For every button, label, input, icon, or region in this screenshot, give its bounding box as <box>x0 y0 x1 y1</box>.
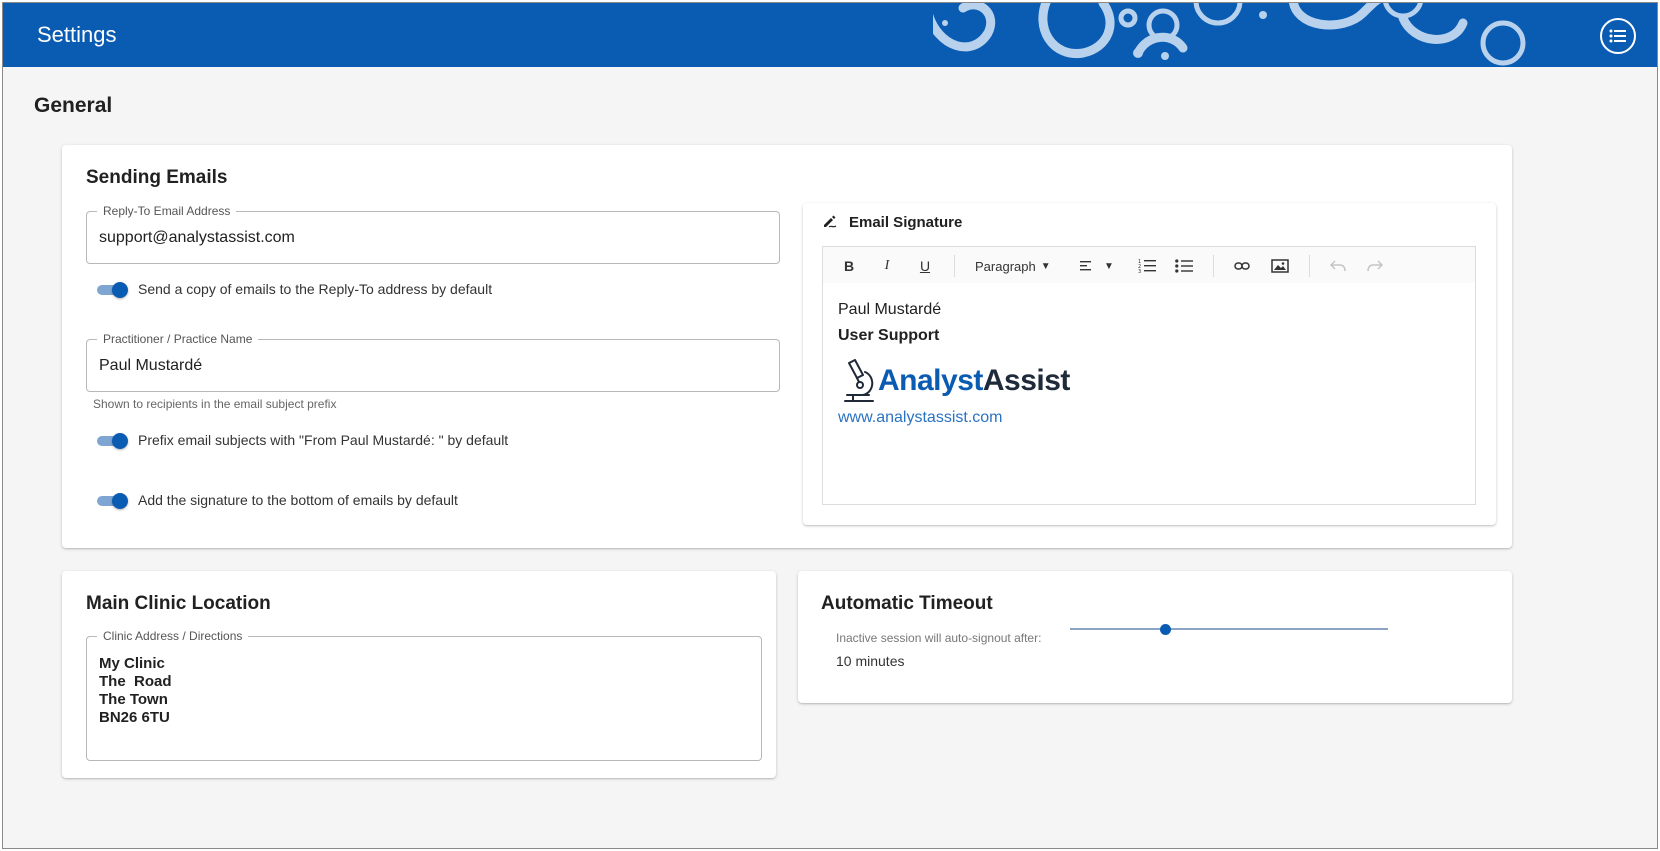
undo-icon <box>1330 260 1346 272</box>
align-left-icon <box>1080 261 1092 271</box>
list-menu-icon <box>1609 29 1626 43</box>
italic-button[interactable]: I <box>878 256 896 276</box>
email-signature-card: Email Signature B I U Paragraph ▼ ▼ 123 <box>803 203 1496 525</box>
company-logo: Analyst Assist <box>843 357 1070 405</box>
logo-text-secondary: Assist <box>982 364 1071 397</box>
redo-button[interactable] <box>1363 256 1387 276</box>
app-window: Settings General Sending Emails Reply-To… <box>2 2 1658 849</box>
signature-role: User Support <box>838 327 940 344</box>
bullet-list-icon <box>1175 259 1193 273</box>
numbered-list-button[interactable]: 123 <box>1136 256 1158 276</box>
field-label: Practitioner / Practice Name <box>97 332 259 346</box>
signature-title: Email Signature <box>849 214 963 231</box>
timeout-slider-thumb[interactable] <box>1159 624 1171 635</box>
field-label: Clinic Address / Directions <box>97 629 249 643</box>
bold-button[interactable]: B <box>840 256 858 276</box>
timeout-label: Inactive session will auto-signout after… <box>836 631 1042 645</box>
undo-button[interactable] <box>1326 256 1350 276</box>
timeout-slider-track[interactable] <box>1070 628 1388 630</box>
editor-toolbar: B I U Paragraph ▼ ▼ 123 <box>822 246 1476 284</box>
numbered-list-icon: 123 <box>1138 259 1156 274</box>
app-title: Settings <box>37 22 117 47</box>
align-dropdown[interactable]: ▼ <box>1076 256 1118 276</box>
toggle-label: Add the signature to the bottom of email… <box>138 492 458 508</box>
logo-text-primary: Analyst <box>878 364 983 397</box>
bullet-list-button[interactable] <box>1173 256 1195 276</box>
address-line: The Town <box>99 691 168 708</box>
clinic-location-card: Main Clinic Location Clinic Address / Di… <box>62 571 776 778</box>
clinic-address-field[interactable]: Clinic Address / Directions My Clinic Th… <box>86 629 762 761</box>
copy-to-reply-to-toggle[interactable] <box>95 282 128 298</box>
sending-emails-card: Sending Emails Reply-To Email Address su… <box>62 145 1512 548</box>
automatic-timeout-card: Automatic Timeout Inactive session will … <box>798 571 1512 703</box>
practice-name-field[interactable]: Practitioner / Practice Name Paul Mustar… <box>86 332 780 392</box>
signature-pen-icon <box>824 215 837 228</box>
add-signature-toggle[interactable] <box>95 493 128 509</box>
caret-down-icon: ▼ <box>1104 260 1114 272</box>
address-text: My Clinic The Road The Town BN26 6TU <box>99 655 172 727</box>
redo-icon <box>1367 260 1383 272</box>
card-title: Automatic Timeout <box>821 593 993 614</box>
signature-name: Paul Mustardé <box>838 301 942 318</box>
svg-text:3: 3 <box>1138 269 1141 274</box>
block-format-dropdown[interactable]: Paragraph ▼ <box>975 256 1055 276</box>
page-heading: General <box>34 94 113 117</box>
header-decoration-icon <box>933 3 1526 66</box>
toggle-label: Prefix email subjects with "From Paul Mu… <box>138 432 509 448</box>
signature-editor[interactable]: Paul Mustardé User Support Analyst Assis… <box>822 283 1476 505</box>
underline-button[interactable]: U <box>916 256 934 276</box>
microscope-icon <box>844 359 874 402</box>
field-label: Reply-To Email Address <box>97 204 237 218</box>
card-title: Sending Emails <box>86 167 228 188</box>
caret-down-icon: ▼ <box>1040 260 1051 272</box>
address-line: BN26 6TU <box>99 709 170 726</box>
toggle-label: Send a copy of emails to the Reply-To ad… <box>138 281 493 297</box>
link-button[interactable] <box>1230 256 1254 276</box>
website-link[interactable]: www.analystassist.com <box>838 409 1003 427</box>
menu-button[interactable] <box>1600 18 1636 54</box>
link-icon <box>1234 262 1250 270</box>
address-line: The Road <box>99 673 172 690</box>
image-button[interactable] <box>1268 256 1292 276</box>
reply-to-email-field[interactable]: Reply-To Email Address support@analystas… <box>86 204 780 264</box>
prefix-subject-toggle[interactable] <box>95 433 128 449</box>
field-value: Paul Mustardé <box>99 357 203 374</box>
app-bar: Settings <box>3 3 1657 67</box>
field-value: support@analystassist.com <box>99 229 295 246</box>
card-title: Main Clinic Location <box>86 593 271 614</box>
image-icon <box>1271 259 1289 273</box>
address-line: My Clinic <box>99 655 165 672</box>
helper-text: Shown to recipients in the email subject… <box>93 397 337 411</box>
block-format-value: Paragraph <box>975 258 1036 274</box>
timeout-value: 10 minutes <box>836 653 905 669</box>
